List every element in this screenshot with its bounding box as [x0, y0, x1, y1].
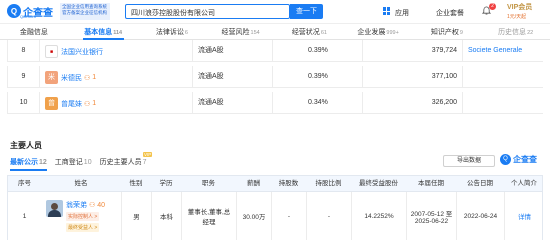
shareholder-name-link[interactable]: 曾尾妹 [61, 99, 82, 109]
position-cell: 董事长,董事,总经理 [181, 192, 236, 240]
tab-development[interactable]: 企业发展999+ [344, 26, 413, 39]
education-cell: 本科 [151, 192, 181, 240]
logo-mark: Q [500, 154, 511, 165]
controller-tag[interactable]: 实际控制人 > [66, 212, 100, 221]
tab-basic-info[interactable]: 基本信息114 [69, 26, 138, 40]
col-benefit: 最终受益股份 [359, 180, 398, 187]
col-salary: 薪酬 [247, 180, 260, 187]
shareholder-name-link[interactable]: 法国兴业银行 [61, 47, 103, 57]
tab-ip[interactable]: 知识产权9 [413, 26, 482, 39]
search-button[interactable]: 查一下 [290, 4, 323, 19]
tab-legal[interactable]: 法律诉讼6 [138, 26, 207, 39]
person-cell: 翁荣弟 ⚇ 40 实际控制人 > 最终受益人 > [46, 200, 105, 232]
shareholder-row: 8 ■ 法国兴业银行 流通A股 0.39% 379,724 Societe Ge… [7, 40, 543, 62]
vip-price: 1元/天起 [507, 14, 527, 20]
export-data-button[interactable]: 导出数据 [443, 155, 495, 167]
row-number: 9 [7, 66, 40, 88]
salary-cell: 30.00万 [236, 192, 271, 240]
subtab-latest[interactable]: 最新公示12 [10, 157, 47, 171]
person-name-link[interactable]: 翁荣弟 [66, 202, 87, 209]
share-type: 流通A股 [192, 66, 272, 88]
tab-risk[interactable]: 经营风险154 [206, 26, 275, 39]
logo-subtitle: Qcc.com [20, 14, 36, 19]
share-count: 326,200 [362, 92, 462, 114]
col-term: 本届任期 [418, 180, 444, 187]
shareholder-extra [462, 66, 543, 88]
chevron-down-icon: ▾ [405, 9, 409, 16]
shareholder-row: 10 曾 曾尾妹 ⚇ 1 流通A股 0.34% 326,200 [7, 92, 543, 114]
share-percent: 0.39% [272, 40, 362, 62]
avatar: 曾 [45, 97, 58, 110]
col-profile: 个人简介 [511, 180, 537, 187]
slogan-banner: 全国企业信用查询系统 官方备案企业征信机构 [60, 3, 110, 20]
person-icon: ⚇ [84, 74, 91, 82]
personnel-subtabs: 最新公示12 工商登记10 历史主要人员7 [10, 157, 147, 171]
date-cell: 2022-06-24 [456, 192, 504, 240]
share-count: 379,724 [362, 40, 462, 62]
enterprise-package-link[interactable]: 企业套餐 [436, 8, 464, 18]
beneficiary-tag[interactable]: 最终受益人 > [66, 223, 100, 232]
shareholder-extra-link[interactable]: Societe Generale [462, 40, 543, 62]
tab-finance[interactable]: 金融信息 [0, 26, 69, 39]
person-photo[interactable] [46, 200, 63, 217]
top-header: Q 企查查 Qcc.com 全国企业信用查询系统 官方备案企业征信机构 四川浪莎… [0, 0, 550, 24]
logo-mark: Q [7, 4, 21, 18]
share-count: 377,100 [362, 66, 462, 88]
tab-operations[interactable]: 经营状况61 [275, 26, 344, 39]
shares-cell: - [271, 192, 306, 240]
shareholder-name-link[interactable]: 米德民 [61, 73, 82, 83]
ratio-cell: - [306, 192, 351, 240]
col-name: 姓名 [74, 180, 88, 187]
shareholder-extra [462, 92, 543, 114]
logo-text: 企查查 [513, 155, 537, 164]
row-index: 1 [22, 212, 27, 220]
related-count[interactable]: 1 [92, 74, 96, 81]
gender-cell: 男 [121, 192, 151, 240]
table-row: 1 翁荣弟 ⚇ 40 实际控制人 > 最终受益人 > 男 本科 董事长,董事,总经理… [7, 192, 543, 240]
vip-member-button[interactable]: VIP会员 1元/天起 [507, 2, 543, 22]
related-count[interactable]: 1 [92, 100, 96, 107]
row-number: 10 [7, 92, 40, 114]
share-percent: 0.39% [272, 66, 362, 88]
related-count[interactable]: 40 [97, 202, 105, 209]
term-cell: 2007-05-12 至 2025-06-22 [406, 192, 456, 240]
main-tabs: 金融信息 基本信息114 法律诉讼6 经营风险154 经营状况61 企业发展99… [0, 26, 550, 40]
share-percent: 0.34% [272, 92, 362, 114]
avatar: 米 [45, 71, 58, 84]
shareholder-row: 9 米 米德民 ⚇ 1 流通A股 0.39% 377,100 [7, 66, 543, 88]
section-title: 主要人员 [10, 141, 42, 150]
share-type: 流通A股 [192, 92, 272, 114]
profile-detail-link[interactable]: 详情 [504, 192, 544, 240]
subtab-registration[interactable]: 工商登记10 [55, 157, 92, 167]
col-ratio: 持股比例 [315, 180, 342, 187]
col-education: 学历 [159, 180, 173, 187]
qcc-watermark-logo: Q 企查查 [500, 154, 537, 165]
vip-tag: VIP [143, 152, 153, 157]
col-gender: 性别 [129, 180, 143, 187]
col-index: 序号 [18, 180, 31, 187]
col-position: 职务 [202, 180, 215, 187]
table-header: 序号 姓名 性别 学历 职务 薪酬 持股数 持股比例 最终受益股份 本届任期 公… [7, 175, 543, 192]
subtab-history[interactable]: 历史主要人员7 [100, 157, 147, 167]
row-number: 8 [7, 40, 40, 62]
apps-grid-icon[interactable] [383, 7, 391, 15]
vip-label: VIP会员 [507, 4, 533, 11]
search-input[interactable]: 四川浪莎控股股份有限公司 [125, 4, 290, 19]
share-type: 流通A股 [192, 40, 272, 62]
tab-history[interactable]: 历史信息22 [481, 26, 550, 39]
person-icon: ⚇ [89, 202, 96, 209]
person-icon: ⚇ [84, 100, 91, 108]
benefit-cell: 14.2252% [351, 192, 406, 240]
col-shares: 持股数 [278, 180, 299, 187]
notification-badge: 2 [489, 3, 496, 10]
bank-logo-icon: ■ [45, 45, 58, 58]
col-date: 公告日期 [467, 180, 493, 187]
